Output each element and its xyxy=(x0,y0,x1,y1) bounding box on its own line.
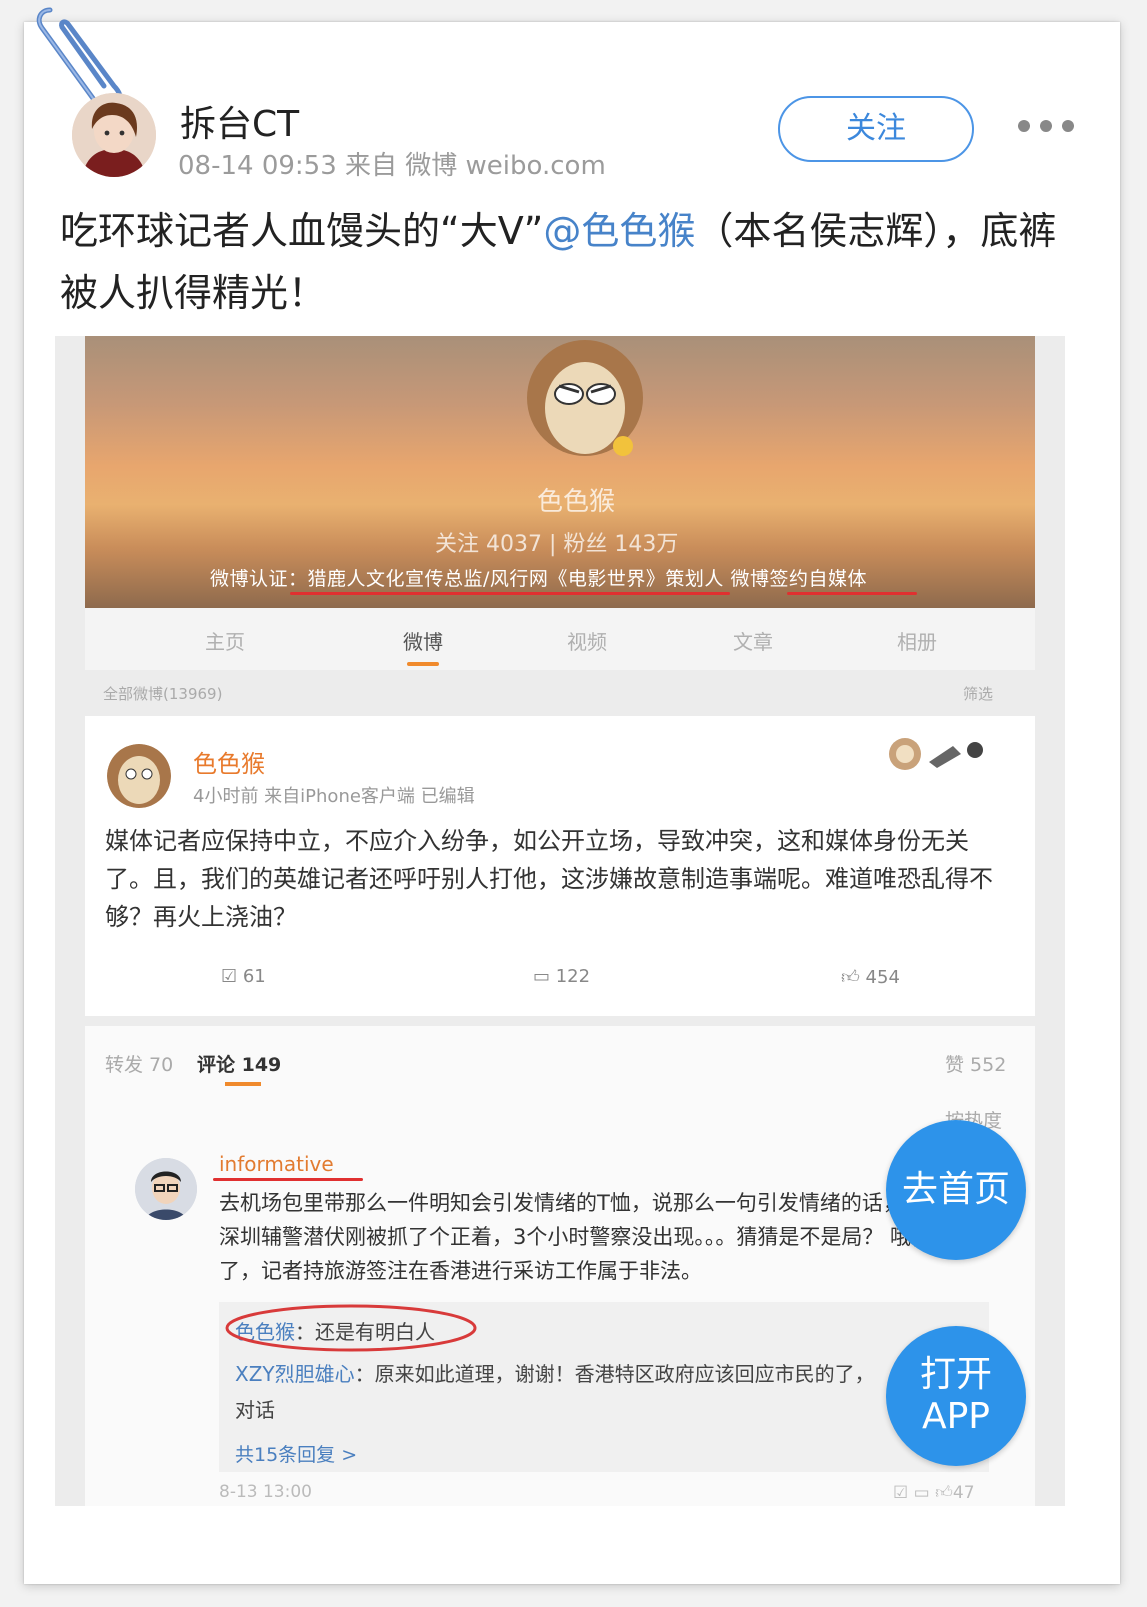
like-count: 454 xyxy=(865,967,900,988)
commenter-avatar[interactable] xyxy=(135,1158,197,1220)
post-author[interactable]: 色色猴 xyxy=(193,744,265,779)
commenter-name[interactable]: informative xyxy=(219,1152,334,1176)
mention-link[interactable]: @色色猴 xyxy=(543,209,695,253)
reply-continuation: 对话 xyxy=(235,1398,275,1422)
repost-count: 61 xyxy=(242,966,266,987)
more-replies-link[interactable]: 共15条回复 > xyxy=(235,1440,357,1467)
all-posts-count: 全部微博(13969) xyxy=(103,685,223,703)
profile-tabs: 主页 微博 视频 文章 相册 xyxy=(85,608,1035,670)
comment-icon[interactable]: ▭ xyxy=(914,1483,930,1503)
repost-icon: ☑ xyxy=(221,966,243,987)
author-avatar[interactable] xyxy=(107,744,171,808)
reply-author[interactable]: XZY烈胆雄心 xyxy=(235,1362,355,1386)
more-options-icon[interactable] xyxy=(1018,120,1074,134)
monkey-avatar-icon xyxy=(107,744,171,808)
tab-home[interactable]: 主页 xyxy=(205,626,245,655)
active-tab-indicator xyxy=(407,662,439,666)
tab-weibo[interactable]: 微博 xyxy=(403,626,443,655)
post-body: 媒体记者应保持中立，不应介入纷争，如公开立场，导致冲突，这和媒体身份无关了。且，… xyxy=(105,827,993,931)
thumbs-up-icon: 👍︎ xyxy=(841,967,866,988)
open-app-label-line2: APP xyxy=(921,1396,991,1437)
filter-button[interactable]: 筛选 xyxy=(963,683,993,704)
tab-articles[interactable]: 文章 xyxy=(733,626,773,655)
repost-icon[interactable]: ☑ xyxy=(893,1483,908,1503)
profile-name: 色色猴 xyxy=(537,487,616,517)
avatar-illustration xyxy=(72,93,156,177)
red-underline xyxy=(290,592,730,595)
tab-comments[interactable]: 评论 149 xyxy=(197,1050,281,1077)
monkey-avatar-icon xyxy=(527,340,643,456)
thumbs-up-icon[interactable]: 👍︎ xyxy=(935,1483,953,1503)
comment-action[interactable]: ▭ 122 xyxy=(533,966,590,987)
open-app-button[interactable]: 打开 APP xyxy=(886,1326,1026,1466)
active-tab-indicator xyxy=(225,1082,261,1086)
reply-item[interactable]: XZY烈胆雄心：原来如此道理，谢谢！香港特区政府应该回应市民的了， xyxy=(235,1358,875,1387)
replies-box: 色色猴：还是有明白人 XZY烈胆雄心：原来如此道理，谢谢！香港特区政府应该回应市… xyxy=(219,1302,989,1472)
comment-icon: ▭ xyxy=(533,966,556,987)
tab-reposts[interactable]: 转发 70 xyxy=(105,1050,173,1077)
tab-album[interactable]: 相册 xyxy=(897,626,937,655)
comment-date: 8-13 13:00 xyxy=(219,1482,312,1502)
post-author-meta: 4小时前 来自iPhone客户端 已编辑 xyxy=(193,786,475,807)
reply-text: ：原来如此道理，谢谢！香港特区政府应该回应市民的了， xyxy=(354,1362,875,1386)
like-action[interactable]: 👍︎ 454 xyxy=(841,966,900,988)
tab-video[interactable]: 视频 xyxy=(567,626,607,655)
go-home-label: 去首页 xyxy=(901,1169,1010,1210)
weibo-post: 色色猴 4小时前 来自iPhone客户端 已编辑 媒体记者应保持中立，不应介入纷… xyxy=(85,716,1035,1016)
red-circle-annotation xyxy=(225,1304,477,1352)
follow-button[interactable]: 关注 xyxy=(778,96,974,162)
red-underline xyxy=(213,1178,363,1181)
comment-actions: ☑ ▭ 👍︎47 xyxy=(893,1482,975,1503)
verification-text: 微博认证：猎鹿人文化宣传总监/风行网《电影世界》策划人 微博签约自媒体 xyxy=(210,568,867,590)
profile-banner: 色色猴 关注 4037 | 粉丝 143万 微博认证：猎鹿人文化宣传总监/风行网… xyxy=(85,336,1035,608)
user-name[interactable]: 拆台CT xyxy=(180,95,299,147)
sticker-icon xyxy=(889,738,983,770)
comment-like-count: 47 xyxy=(952,1483,975,1503)
embedded-screenshot-image[interactable]: 色色猴 关注 4037 | 粉丝 143万 微博认证：猎鹿人文化宣传总监/风行网… xyxy=(55,336,1065,1506)
post-text: 吃环球记者人血馒头的“大V”@色色猴（本名侯志辉），底裤被人扒得精光！ xyxy=(60,200,1080,324)
post-text-before: 吃环球记者人血馒头的“大V” xyxy=(60,209,544,253)
comment-count: 122 xyxy=(555,966,591,987)
person-avatar-icon xyxy=(135,1158,197,1220)
open-app-label-line1: 打开 xyxy=(919,1354,992,1395)
red-underline xyxy=(787,592,917,595)
go-home-button[interactable]: 去首页 xyxy=(886,1120,1026,1260)
likes-count: 赞 552 xyxy=(945,1054,1007,1076)
post-meta: 08-14 09:53 来自 微博 weibo.com xyxy=(178,151,606,181)
comment-text: 去机场包里带那么一件明知会引发情绪的T恤，说那么一句引发情绪的话，一个深圳辅警潜… xyxy=(219,1191,954,1283)
profile-stats: 关注 4037 | 粉丝 143万 xyxy=(435,532,679,557)
repost-action[interactable]: ☑ 61 xyxy=(221,966,266,987)
user-avatar[interactable] xyxy=(72,93,156,177)
comments-section: 转发 70 评论 149 赞 552 按热度 informative 去机场包里… xyxy=(85,1026,1035,1506)
